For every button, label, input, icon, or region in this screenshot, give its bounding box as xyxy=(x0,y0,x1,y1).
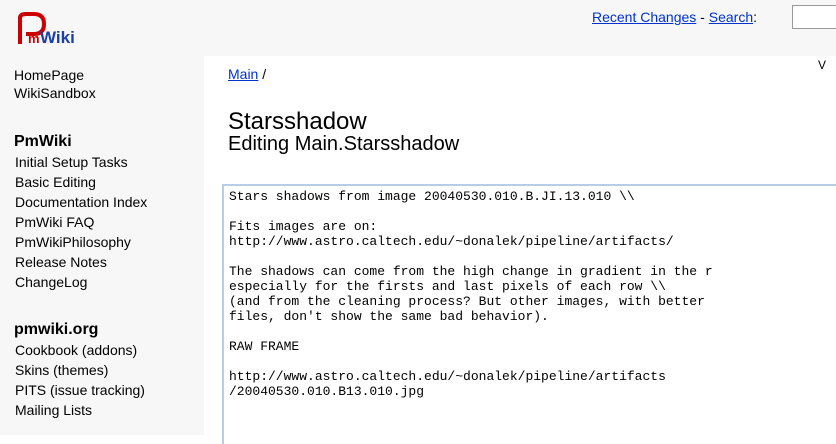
sidebar-pmwiki-section: PmWiki Initial Setup Tasks Basic Editing… xyxy=(14,132,147,292)
sidebar-item-wikisandbox[interactable]: WikiSandbox xyxy=(14,84,96,102)
sidebar-item-changelog[interactable]: ChangeLog xyxy=(15,272,147,292)
edit-textarea[interactable]: Stars shadows from image 20040530.010.B.… xyxy=(222,184,836,444)
edit-textarea-content[interactable]: Stars shadows from image 20040530.010.B.… xyxy=(224,186,836,402)
search-link[interactable]: Search xyxy=(709,9,753,25)
sidebar: HomePage WikiSandbox PmWiki Initial Setu… xyxy=(0,56,204,435)
pmwiki-logo-graphic: m Wiki xyxy=(18,12,75,47)
pmwiki-logo[interactable]: m Wiki xyxy=(14,10,114,50)
page-title: Starsshadow xyxy=(228,108,367,136)
sidebar-top-links: HomePage WikiSandbox xyxy=(14,66,96,102)
sidebar-item-pmwiki-faq[interactable]: PmWiki FAQ xyxy=(15,212,147,232)
sidebar-item-basic-editing[interactable]: Basic Editing xyxy=(15,172,147,192)
sidebar-item-skins[interactable]: Skins (themes) xyxy=(15,360,145,380)
search-input[interactable] xyxy=(792,5,836,29)
breadcrumb-main-link[interactable]: Main xyxy=(228,66,258,82)
sidebar-item-pits[interactable]: PITS (issue tracking) xyxy=(15,380,145,400)
sidebar-pmwikiorg-section: pmwiki.org Cookbook (addons) Skins (them… xyxy=(14,320,145,420)
svg-text:m: m xyxy=(28,31,40,46)
sidebar-item-mailing-lists[interactable]: Mailing Lists xyxy=(15,400,145,420)
search-colon: : xyxy=(753,9,757,25)
corner-text: V xyxy=(818,58,827,72)
header-nav: Recent Changes - Search: xyxy=(592,9,757,25)
sidebar-item-release-notes[interactable]: Release Notes xyxy=(15,252,147,272)
sidebar-heading-pmwikiorg: pmwiki.org xyxy=(14,321,99,338)
recent-changes-link[interactable]: Recent Changes xyxy=(592,9,696,25)
breadcrumb: Main / xyxy=(228,66,266,82)
svg-text:Wiki: Wiki xyxy=(40,28,75,47)
sidebar-heading-pmwiki: PmWiki xyxy=(14,133,72,150)
breadcrumb-separator: / xyxy=(258,66,267,82)
nav-separator: - xyxy=(696,9,709,25)
sidebar-item-pmwikiphilosophy[interactable]: PmWikiPhilosophy xyxy=(15,232,147,252)
sidebar-item-cookbook[interactable]: Cookbook (addons) xyxy=(15,340,145,360)
sidebar-item-initial-setup-tasks[interactable]: Initial Setup Tasks xyxy=(15,152,147,172)
sidebar-item-documentation-index[interactable]: Documentation Index xyxy=(15,192,147,212)
header-bar: m Wiki Recent Changes - Search: xyxy=(0,0,836,56)
edit-heading: Editing Main.Starsshadow xyxy=(228,133,460,155)
sidebar-item-homepage[interactable]: HomePage xyxy=(14,66,96,84)
